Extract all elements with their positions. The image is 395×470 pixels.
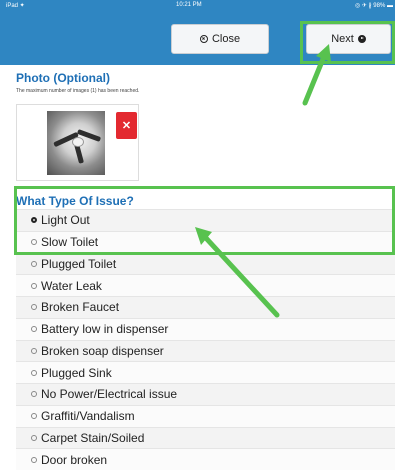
issue-option-label: Broken Faucet (41, 300, 120, 315)
device-label: iPad ✦ (6, 3, 25, 9)
close-button[interactable]: Close (171, 24, 269, 54)
radio-icon[interactable] (31, 347, 37, 354)
issue-option[interactable]: Water Leak (16, 274, 395, 296)
issue-option[interactable]: Battery low in dispenser (16, 317, 395, 340)
radio-icon[interactable] (31, 282, 37, 289)
issue-option[interactable]: Broken soap dispenser (16, 339, 395, 362)
issue-option[interactable]: No Power/Electrical issue (16, 383, 395, 405)
issue-option-label: Broken soap dispenser (41, 343, 164, 358)
issue-option[interactable]: Door broken (16, 448, 395, 470)
issue-option[interactable]: Carpet Stain/Soiled (16, 426, 395, 449)
issue-option-label: Light Out (41, 213, 90, 228)
issue-option-label: Carpet Stain/Soiled (41, 430, 145, 445)
next-button-label: Next (331, 33, 354, 45)
radio-icon[interactable] (31, 434, 37, 441)
issue-option[interactable]: Light Out (16, 209, 395, 231)
issue-option-label: Graffiti/Vandalism (41, 409, 135, 424)
ceiling-fan-photo[interactable] (47, 111, 105, 175)
radio-icon[interactable] (31, 326, 37, 333)
issue-option-label: Slow Toilet (41, 235, 99, 250)
issue-option[interactable]: Plugged Toilet (16, 252, 395, 275)
issue-option[interactable]: Graffiti/Vandalism (16, 404, 395, 427)
issue-option-label: Plugged Toilet (41, 256, 117, 271)
close-button-label: Close (211, 33, 241, 45)
issue-type-list: Light Out Slow Toilet Plugged Toilet Water … (16, 209, 395, 470)
issue-option-label: Water Leak (41, 278, 102, 293)
radio-icon[interactable] (31, 369, 37, 376)
radio-icon[interactable] (31, 217, 37, 224)
issue-option-label: Battery low in dispenser (41, 322, 169, 337)
photo-limit-note: The maximum number of images (1) has bee… (16, 88, 140, 94)
status-bar: iPad ✦ 10:21 PM ◎ ✈ ∦ 98% ▬ (0, 0, 395, 12)
arrow-right-circle-icon (357, 35, 366, 43)
issue-option[interactable]: Slow Toilet (16, 230, 395, 253)
radio-icon[interactable] (31, 304, 37, 311)
issue-option-label: Door broken (41, 452, 108, 467)
radio-icon[interactable] (31, 260, 37, 267)
issue-option-label: No Power/Electrical issue (41, 387, 178, 402)
status-indicators: ◎ ✈ ∦ 98% ▬ (355, 3, 393, 9)
photo-section-title: Photo (Optional) (16, 71, 110, 85)
next-button[interactable]: Next (306, 24, 391, 54)
issue-option[interactable]: Broken Faucet (16, 296, 395, 318)
issue-type-title: What Type Of Issue? (16, 194, 134, 208)
delete-photo-button[interactable]: ✕ (116, 112, 137, 139)
radio-icon[interactable] (31, 391, 37, 398)
issue-option[interactable]: Plugged Sink (16, 361, 395, 383)
issue-option-label: Plugged Sink (41, 365, 112, 380)
top-toolbar: Close Next (0, 12, 395, 65)
radio-icon[interactable] (31, 239, 37, 246)
close-circle-icon (199, 35, 208, 43)
status-time: 10:21 PM (176, 2, 202, 8)
radio-icon[interactable] (31, 413, 37, 420)
radio-icon[interactable] (31, 456, 37, 463)
